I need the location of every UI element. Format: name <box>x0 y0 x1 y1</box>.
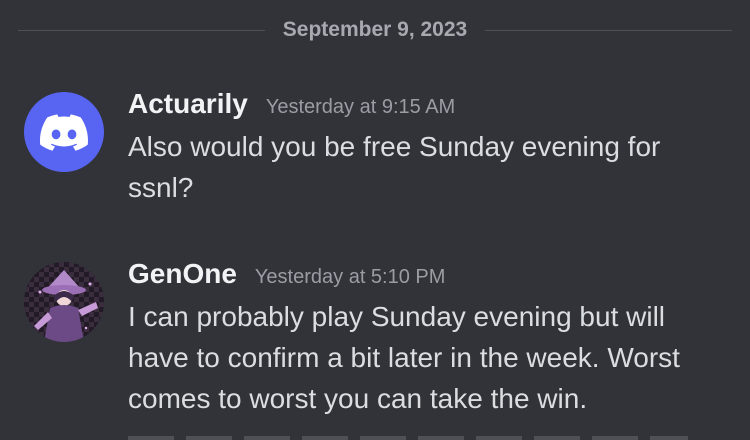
message-timestamp[interactable]: Yesterday at 9:15 AM <box>266 87 455 127</box>
discord-logo-icon <box>40 113 88 151</box>
divider-line-left <box>18 29 265 31</box>
message-content: I can probably play Sunday evening but w… <box>128 301 680 414</box>
next-message-partial <box>128 430 688 440</box>
message-content: Also would you be free Sunday evening fo… <box>128 131 661 203</box>
username[interactable]: GenOne <box>128 254 237 294</box>
chat-message-list[interactable]: September 9, 2023 Actuarily Yesterday at… <box>0 0 750 440</box>
username[interactable]: Actuarily <box>128 84 248 124</box>
message-header: GenOne Yesterday at 5:10 PM <box>128 254 445 294</box>
user-avatar[interactable] <box>24 92 104 172</box>
date-divider: September 9, 2023 <box>18 14 732 46</box>
user-avatar[interactable] <box>24 262 104 342</box>
anime-character-avatar-icon <box>24 262 104 342</box>
message-header: Actuarily Yesterday at 9:15 AM <box>128 84 455 124</box>
partial-text-line <box>128 436 688 440</box>
message-timestamp[interactable]: Yesterday at 5:10 PM <box>255 257 446 297</box>
divider-line-right <box>485 29 732 31</box>
date-divider-text: September 9, 2023 <box>282 18 468 41</box>
